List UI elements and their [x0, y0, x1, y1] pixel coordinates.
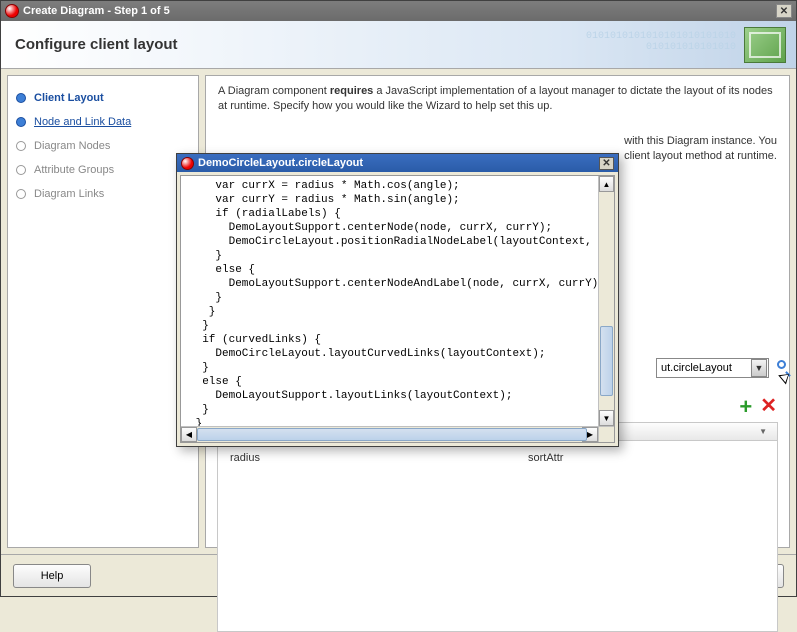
app-icon — [181, 157, 194, 170]
horizontal-scrollbar[interactable]: ◀ ▶ — [181, 426, 598, 442]
layout-input[interactable] — [657, 362, 750, 374]
step-dot-icon — [16, 165, 26, 175]
window-title: Create Diagram - Step 1 of 5 — [23, 5, 776, 17]
step-dot-icon — [16, 93, 26, 103]
popup-body: var currX = radius * Math.cos(angle); va… — [180, 175, 615, 443]
step-dot-icon — [16, 141, 26, 151]
add-icon[interactable]: + — [739, 396, 752, 418]
remove-icon[interactable]: ✕ — [760, 396, 777, 418]
vertical-scrollbar[interactable]: ▲ ▼ — [598, 176, 614, 426]
partially-obscured-text: with this Diagram instance. You client l… — [624, 134, 777, 165]
popup-title: DemoCircleLayout.circleLayout — [198, 157, 599, 169]
layout-selector-row: ▼ — [656, 358, 791, 378]
scroll-thumb[interactable] — [197, 428, 587, 441]
popup-titlebar[interactable]: DemoCircleLayout.circleLayout ✕ — [177, 154, 618, 172]
close-icon[interactable]: ✕ — [776, 4, 792, 18]
scrollbar-corner — [598, 426, 614, 442]
sidebar-item-diagram-nodes: Diagram Nodes — [16, 134, 190, 158]
code-preview-popup: DemoCircleLayout.circleLayout ✕ var curr… — [176, 153, 619, 447]
sidebar-item-attribute-groups: Attribute Groups — [16, 158, 190, 182]
cursor-icon — [779, 369, 793, 387]
attributes-table: ▼ Value▼ radius sortAttr optimalLinkLeng… — [217, 422, 778, 632]
sidebar-item-diagram-links: Diagram Links — [16, 182, 190, 206]
popup-close-icon[interactable]: ✕ — [599, 157, 614, 170]
table-toolbar: + ✕ — [739, 396, 777, 418]
scroll-up-icon[interactable]: ▲ — [599, 176, 614, 192]
titlebar[interactable]: Create Diagram - Step 1 of 5 ✕ — [1, 1, 796, 21]
app-icon — [5, 4, 19, 18]
scroll-down-icon[interactable]: ▼ — [599, 410, 614, 426]
sidebar-item-client-layout[interactable]: Client Layout — [16, 86, 190, 110]
table-body: radius sortAttr optimalLinkLength75 — [218, 441, 777, 631]
page-title: Configure client layout — [15, 36, 178, 53]
table-row[interactable]: radius — [224, 447, 516, 468]
help-button[interactable]: Help — [13, 564, 91, 588]
sort-icon[interactable]: ▼ — [759, 427, 771, 436]
code-viewer[interactable]: var currX = radius * Math.cos(angle); va… — [181, 176, 598, 426]
scroll-thumb[interactable] — [600, 326, 613, 396]
step-dot-icon — [16, 117, 26, 127]
sidebar-item-node-link-data[interactable]: Node and Link Data — [16, 110, 190, 134]
layout-dropdown[interactable]: ▼ — [656, 358, 769, 378]
wizard-graphic-icon — [744, 27, 786, 63]
decorative-binary: 0101010101010101010101010 01010101010101… — [586, 31, 736, 53]
description-text: A Diagram component requires a JavaScrip… — [218, 84, 777, 115]
table-row[interactable]: sortAttr — [522, 447, 777, 468]
steps-sidebar: Client Layout Node and Link Data Diagram… — [7, 75, 199, 548]
wizard-header: 0101010101010101010101010 01010101010101… — [1, 21, 796, 69]
scroll-left-icon[interactable]: ◀ — [181, 427, 197, 442]
dropdown-button[interactable]: ▼ — [751, 359, 767, 377]
step-dot-icon — [16, 189, 26, 199]
